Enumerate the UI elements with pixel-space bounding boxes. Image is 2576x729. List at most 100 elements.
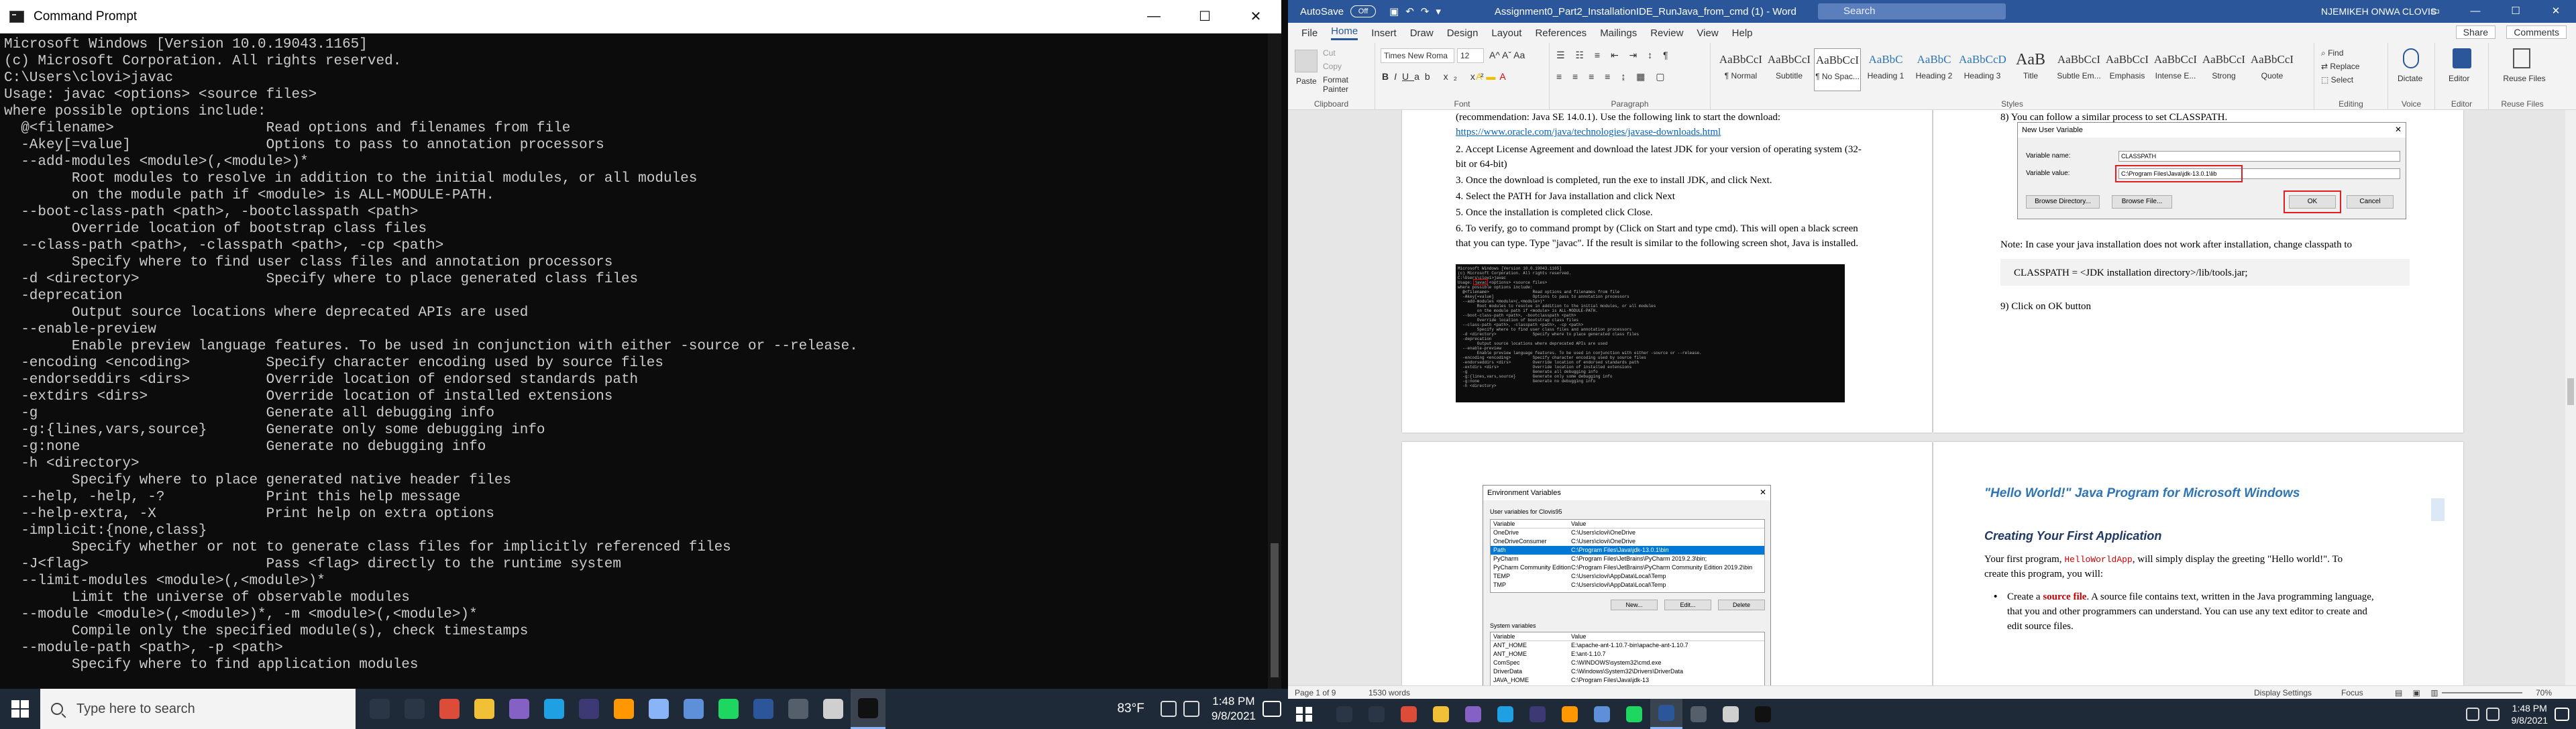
ribbon-display-button[interactable]: ▭ <box>2415 0 2455 23</box>
align-buttons[interactable]: ≡ ≡ ≡ ≡ ↨ ▦ ▢ <box>1556 71 1668 82</box>
taskbar-app-button[interactable] <box>1328 699 1360 729</box>
cut-button[interactable]: Cut <box>1323 48 1336 58</box>
reuse-files-icon[interactable] <box>2513 48 2530 68</box>
tab-file[interactable]: File <box>1301 27 1318 39</box>
focus-mode[interactable]: Focus <box>2341 686 2363 699</box>
tab-layout[interactable]: Layout <box>1491 27 1521 39</box>
taskbar-app-button[interactable] <box>1489 699 1521 729</box>
taskbar-search-box[interactable]: Type here to search <box>40 689 356 729</box>
word-search-box[interactable]: Search <box>1818 3 2006 19</box>
taskbar-app-button[interactable] <box>362 689 397 729</box>
taskbar-app-button[interactable] <box>746 689 781 729</box>
scrollbar-thumb[interactable] <box>2567 378 2574 405</box>
taskbar-app-button[interactable] <box>1650 699 1682 729</box>
start-button[interactable] <box>1288 699 1322 729</box>
autosave-toggle[interactable]: Off <box>1350 5 1377 17</box>
page-3[interactable]: Environment Variables ✕ User variables f… <box>1402 442 1932 685</box>
tab-review[interactable]: Review <box>1650 27 1683 39</box>
taskbar-app-button[interactable] <box>606 689 641 729</box>
var-name-input[interactable]: CLASSPATH <box>2118 151 2400 162</box>
zoom-slider[interactable] <box>2442 692 2522 693</box>
oracle-link[interactable]: https://www.oracle.com/java/technologies… <box>1456 127 1721 137</box>
list-item[interactable]: OneDrive C:\Users\clovi\OneDrive <box>1491 528 1764 537</box>
network-icon[interactable] <box>2465 707 2479 721</box>
tab-insert[interactable]: Insert <box>1371 27 1397 39</box>
tab-design[interactable]: Design <box>1447 27 1479 39</box>
taskbar-app-button[interactable] <box>1521 699 1554 729</box>
system-variables-list[interactable]: Variable Value ANT_HOME E:\apache-ant-1.10.… <box>1490 632 1765 685</box>
close-button[interactable]: ✕ <box>1230 0 1281 33</box>
comments-button[interactable]: Comments <box>2506 25 2567 39</box>
list-item[interactable]: OneDriveConsumer C:\Users\clovi\OneDrive <box>1491 537 1764 546</box>
microphone-icon[interactable] <box>2403 48 2419 68</box>
taskbar-app-button[interactable] <box>1747 699 1779 729</box>
volume-icon[interactable] <box>1183 701 1199 717</box>
style-gallery-item[interactable]: AaBbCcD Heading 3 <box>1959 48 2006 91</box>
style-gallery-item[interactable]: AaBbCcI Strong <box>2200 48 2247 91</box>
style-gallery-item[interactable]: AaBbCcI Subtitle <box>1766 48 1813 91</box>
editor-button[interactable]: Editor <box>2449 74 2469 83</box>
font-name-box[interactable]: Times New Roma <box>1381 48 1454 63</box>
delete-button[interactable]: Delete <box>1718 600 1765 610</box>
copy-button[interactable]: Copy <box>1323 62 1342 71</box>
list-item[interactable]: TMP C:\Users\clovi\AppData\Local\Temp <box>1491 581 1764 590</box>
taskbar-app-button[interactable] <box>432 689 467 729</box>
document-scrollbar[interactable] <box>2565 110 2576 685</box>
comment-marker[interactable] <box>2431 498 2445 521</box>
clock[interactable]: 1:48 PM 9/8/2021 <box>1212 694 1256 724</box>
list-item[interactable]: PyCharm C:\Program Files\JetBrains\PyChar… <box>1491 555 1764 563</box>
taskbar-app-button[interactable] <box>537 689 572 729</box>
view-buttons[interactable]: ▤ ▣ ▥ <box>2395 686 2443 699</box>
weather-widget[interactable]: 83°F <box>1117 702 1144 716</box>
text-color-buttons[interactable]: A▬A <box>1476 71 1510 82</box>
download-link[interactable]: https://www.oracle.com/java/technologies… <box>1456 125 1892 139</box>
grow-font-icon[interactable]: A^ Aˇ Aa <box>1489 50 1525 60</box>
quick-access-toolbar[interactable]: ▣↶↷▾ <box>1389 5 1448 17</box>
cancel-button[interactable]: Cancel <box>2347 195 2394 209</box>
clock[interactable]: 1:48 PM 9/8/2021 <box>2512 702 2548 726</box>
editor-icon[interactable] <box>2453 48 2471 68</box>
list-item[interactable]: JAVA_HOME C:\Program Files\Java\jdk-13 <box>1491 676 1764 685</box>
tab-help[interactable]: Help <box>1732 27 1753 39</box>
select-button[interactable]: ⬚ Select <box>2321 75 2353 85</box>
paste-icon[interactable] <box>1295 50 1318 72</box>
taskbar-app-button[interactable] <box>816 689 851 729</box>
taskbar-app-button[interactable] <box>572 689 606 729</box>
network-icon[interactable] <box>1160 701 1177 717</box>
taskbar-app-button[interactable] <box>1425 699 1457 729</box>
style-gallery-item[interactable]: AaBbCcI ¶ No Spac... <box>1814 48 1861 91</box>
list-item[interactable]: PyCharm Community Edition C:\Program File… <box>1491 563 1764 572</box>
share-button[interactable]: Share <box>2455 25 2496 39</box>
page-1[interactable]: (recommendation: Java SE 14.0.1). Use th… <box>1402 110 1932 433</box>
volume-icon[interactable] <box>2485 707 2500 721</box>
document-area[interactable]: (recommendation: Java SE 14.0.1). Use th… <box>1288 110 2576 685</box>
list-item[interactable]: ANT_HOME E:\ant-1.10.7 <box>1491 650 1764 659</box>
font-size-box[interactable]: 12 <box>1457 48 1484 63</box>
cmd-title-bar[interactable]: Command Prompt — ☐ ✕ <box>0 0 1281 34</box>
paste-button[interactable]: Paste <box>1296 76 1317 86</box>
notification-icon[interactable] <box>1263 701 1281 717</box>
word-count[interactable]: 1530 words <box>1368 686 1410 699</box>
list-item[interactable]: TEMP C:\Users\clovi\AppData\Local\Temp <box>1491 572 1764 581</box>
style-gallery-item[interactable]: AaBbCcI Quote <box>2249 48 2296 91</box>
list-item[interactable]: DriverData C:\Windows\System32\Drivers\Dr… <box>1491 667 1764 676</box>
style-gallery-item[interactable]: AaBbCcI Emphasis <box>2104 48 2151 91</box>
taskbar-app-button[interactable] <box>1360 699 1393 729</box>
reuse-files-button[interactable]: Reuse Files <box>2501 74 2548 83</box>
taskbar-app-button[interactable] <box>711 689 746 729</box>
close-icon[interactable]: ✕ <box>1760 488 1766 497</box>
style-gallery-item[interactable]: AaBbCcI Subtle Em... <box>2055 48 2102 91</box>
new-button[interactable]: New... <box>1611 600 1658 610</box>
taskbar-app-button[interactable] <box>851 689 885 729</box>
list-item[interactable]: ANT_HOME E:\apache-ant-1.10.7-bin\apache-… <box>1491 641 1764 650</box>
taskbar-app-button[interactable] <box>641 689 676 729</box>
tab-view[interactable]: View <box>1697 27 1718 39</box>
font-format-buttons[interactable]: BIUab x₂ x² <box>1382 71 1489 82</box>
start-button[interactable] <box>0 689 40 729</box>
taskbar-app-button[interactable] <box>397 689 432 729</box>
display-settings[interactable]: Display Settings <box>2254 686 2312 699</box>
scrollbar-thumb[interactable] <box>1271 543 1279 677</box>
style-gallery-item[interactable]: AaBbC Heading 1 <box>1862 48 1909 91</box>
find-button[interactable]: ⌕ Find <box>2321 48 2343 58</box>
maximize-button[interactable]: ☐ <box>1179 0 1230 33</box>
